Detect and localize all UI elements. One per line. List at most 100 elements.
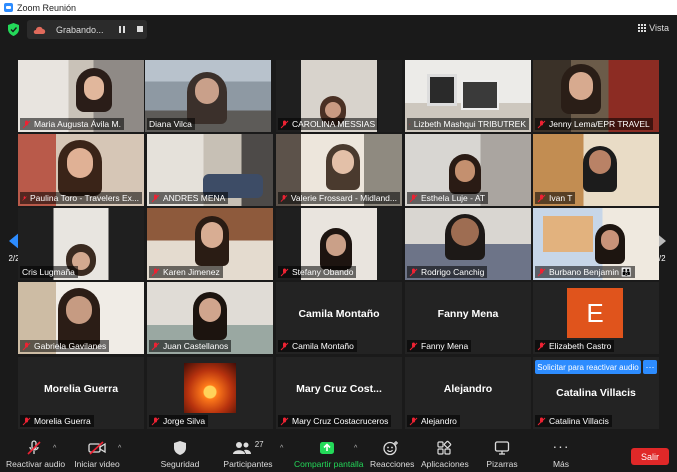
view-label: Vista bbox=[649, 23, 669, 33]
participant-tile[interactable]: Rodrigo Canchig bbox=[405, 208, 531, 280]
participant-name-label: Ivan T bbox=[535, 192, 576, 204]
participant-tile[interactable]: E Elizabeth Castro bbox=[533, 282, 659, 354]
participant-name-label: Maria Augusta Ávila M. bbox=[20, 118, 124, 130]
participant-tile[interactable]: Esthela Luje - AT bbox=[405, 134, 531, 206]
whiteboards-label: Pizarras bbox=[486, 459, 518, 469]
participants-button[interactable]: 27 Participantes bbox=[222, 440, 274, 469]
share-screen-button[interactable]: Compartir pantalla bbox=[294, 440, 364, 469]
participant-display-name: Mary Cruz Cost... bbox=[296, 383, 382, 395]
participant-name-label: ANDRES MENA bbox=[149, 192, 229, 204]
participant-name-label: Stefany Obando bbox=[278, 266, 357, 278]
participant-tile[interactable]: ANDRES MENA bbox=[147, 134, 273, 206]
muted-mic-icon bbox=[280, 268, 289, 276]
window-titlebar: Zoom Reunión bbox=[0, 0, 677, 15]
muted-mic-icon bbox=[409, 123, 411, 125]
reactions-label: Reacciones bbox=[370, 459, 415, 469]
whiteboards-button[interactable]: Pizarras bbox=[484, 440, 520, 469]
muted-mic-icon bbox=[409, 268, 418, 276]
apps-button[interactable]: Aplicaciones bbox=[421, 440, 469, 469]
participant-tile[interactable]: Camila Montaño Camila Montaño bbox=[276, 282, 402, 354]
pause-recording-icon[interactable] bbox=[119, 26, 125, 33]
muted-mic-icon bbox=[537, 194, 546, 202]
muted-mic-icon bbox=[22, 195, 27, 201]
participant-tile[interactable]: CAROLINA MESSIAS bbox=[276, 60, 402, 132]
participant-tile[interactable]: Mary Cruz Cost... Mary Cruz Costacrucero… bbox=[276, 357, 402, 429]
participant-tile[interactable]: Jenny Lema/EPR TRAVEL bbox=[533, 60, 659, 132]
participant-tile[interactable]: Jorge Silva bbox=[147, 357, 273, 429]
more-dots-icon: ··· bbox=[552, 438, 570, 454]
participant-tile[interactable]: Fanny Mena Fanny Mena bbox=[405, 282, 531, 354]
start-video-button[interactable]: Iniciar video bbox=[72, 440, 122, 469]
participant-name-label: Burbano Benjamin 👪 bbox=[535, 266, 635, 278]
participant-display-name: Fanny Mena bbox=[437, 308, 499, 320]
video-options-chevron-icon[interactable]: ^ bbox=[118, 445, 121, 452]
participant-tile[interactable]: Morelia Guerra Morelia Guerra bbox=[18, 357, 144, 429]
participant-tile[interactable]: Lizbeth Mashqui TRIBUTREK bbox=[405, 60, 531, 132]
participant-tile[interactable]: Cris Lugmaña bbox=[18, 208, 144, 280]
muted-mic-icon bbox=[22, 342, 31, 350]
muted-mic-icon bbox=[280, 194, 288, 202]
participant-name-label: Alejandro bbox=[407, 415, 460, 427]
security-button[interactable]: Seguridad bbox=[160, 440, 200, 469]
shield-icon[interactable] bbox=[8, 23, 19, 36]
muted-mic-icon bbox=[151, 342, 160, 350]
participant-name-label: Jenny Lema/EPR TRAVEL bbox=[535, 118, 653, 130]
participant-tile[interactable]: Stefany Obando bbox=[276, 208, 402, 280]
unmute-label: Reactivar audio bbox=[6, 459, 66, 469]
muted-mic-icon bbox=[537, 120, 546, 128]
share-options-chevron-icon[interactable]: ^ bbox=[354, 445, 357, 452]
participant-name-label: Karen Jimenez bbox=[149, 266, 223, 278]
recording-indicator: Grabando... bbox=[27, 20, 147, 39]
muted-mic-icon bbox=[409, 417, 418, 425]
request-unmute-button[interactable]: Solicitar para reactivar audio bbox=[535, 360, 641, 374]
participant-name-label: Catalina Villacis bbox=[535, 415, 612, 427]
view-button[interactable]: Vista bbox=[638, 23, 669, 33]
participant-tile[interactable]: Karen Jimenez bbox=[147, 208, 273, 280]
participant-name-label: Elizabeth Castro bbox=[535, 340, 615, 352]
muted-mic-icon bbox=[22, 120, 31, 128]
muted-mic-icon bbox=[280, 120, 289, 128]
participant-tile[interactable]: Ivan T bbox=[533, 134, 659, 206]
muted-mic-icon bbox=[537, 417, 546, 425]
muted-mic-icon bbox=[409, 194, 418, 202]
leave-button[interactable]: Salir bbox=[631, 448, 669, 465]
participant-tile[interactable]: Alejandro Alejandro bbox=[405, 357, 531, 429]
participant-tile[interactable]: Juan Castellanos bbox=[147, 282, 273, 354]
muted-mic-icon bbox=[537, 268, 546, 276]
avatar bbox=[184, 363, 236, 413]
zoom-logo-icon bbox=[4, 3, 13, 12]
participant-tile[interactable]: Diana Vilca bbox=[145, 60, 271, 132]
participant-name-label: Juan Castellanos bbox=[149, 340, 232, 352]
tile-more-button[interactable]: ··· bbox=[643, 360, 657, 374]
participant-tile[interactable]: Maria Augusta Ávila M. bbox=[18, 60, 144, 132]
more-button[interactable]: ··· Más bbox=[548, 438, 574, 469]
participant-display-name: Camila Montaño bbox=[298, 308, 380, 320]
participant-tile[interactable]: Gabriela Gavilanes bbox=[18, 282, 144, 354]
muted-mic-icon bbox=[151, 417, 160, 425]
participants-count: 27 bbox=[254, 440, 264, 449]
participant-tile[interactable]: Paulina Toro - Travelers Ex... bbox=[18, 134, 144, 206]
muted-mic-icon bbox=[409, 342, 418, 350]
participant-name-label: Jorge Silva bbox=[149, 415, 209, 427]
participant-tile[interactable]: Valerie Frossard - Midland... bbox=[276, 134, 402, 206]
participant-name-label: Morelia Guerra bbox=[20, 415, 94, 427]
audio-options-chevron-icon[interactable]: ^ bbox=[53, 445, 56, 452]
more-label: Más bbox=[552, 459, 570, 469]
window-title: Zoom Reunión bbox=[17, 2, 77, 13]
participant-name-label: Esthela Luje - AT bbox=[407, 192, 489, 204]
stop-recording-icon[interactable] bbox=[137, 26, 143, 32]
participant-name-label: Rodrigo Canchig bbox=[407, 266, 488, 278]
muted-mic-icon bbox=[537, 342, 546, 350]
participant-display-name: Morelia Guerra bbox=[43, 383, 119, 395]
participant-name-label: Diana Vilca bbox=[147, 118, 195, 130]
participant-name-label: CAROLINA MESSIAS bbox=[278, 118, 379, 130]
cloud-record-icon bbox=[33, 26, 46, 34]
participant-tile[interactable]: Burbano Benjamin 👪 bbox=[533, 208, 659, 280]
whiteboard-icon bbox=[494, 441, 510, 455]
share-screen-label: Compartir pantalla bbox=[294, 459, 364, 469]
participants-options-chevron-icon[interactable]: ^ bbox=[280, 445, 283, 452]
avatar: E bbox=[567, 288, 623, 338]
reactions-button[interactable]: Reacciones bbox=[370, 440, 415, 469]
apps-label: Aplicaciones bbox=[421, 459, 469, 469]
muted-mic-icon bbox=[27, 440, 41, 455]
